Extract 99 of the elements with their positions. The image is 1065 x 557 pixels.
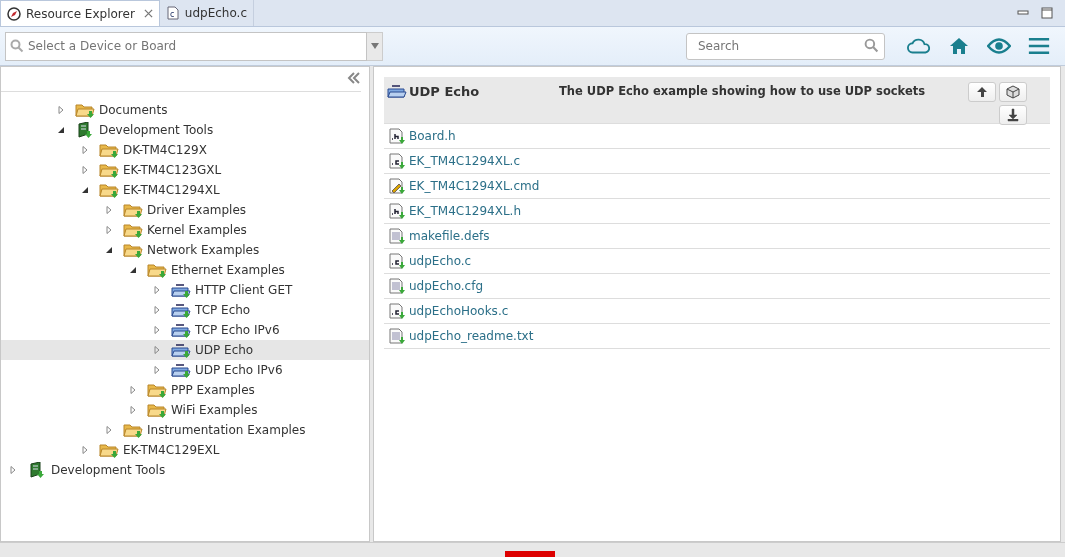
compass-icon: [7, 6, 21, 21]
header-file-icon: [389, 128, 405, 144]
download-icon: [1007, 108, 1019, 122]
tree-item[interactable]: Driver Examples: [1, 200, 369, 220]
header-file-icon: [389, 203, 405, 219]
c-file-icon: [389, 303, 405, 319]
folder-icon: [123, 202, 143, 218]
cube-icon: [1006, 85, 1020, 99]
expand-arrow-icon[interactable]: [153, 306, 161, 314]
expand-arrow-icon[interactable]: [81, 146, 89, 154]
text-file-icon: [389, 228, 405, 244]
tree-item[interactable]: EK-TM4C129EXL: [1, 440, 369, 460]
tree-item[interactable]: PPP Examples: [1, 380, 369, 400]
editor-tab[interactable]: c udpEcho.c: [159, 0, 254, 26]
download-button[interactable]: [999, 105, 1027, 125]
tree-item[interactable]: Development Tools: [1, 460, 369, 480]
tree-item[interactable]: DK-TM4C129X: [1, 140, 369, 160]
text-file-icon: [389, 328, 405, 344]
editor-tab[interactable]: Resource Explorer: [0, 0, 160, 26]
search-field[interactable]: Search: [686, 32, 885, 60]
cloud-icon[interactable]: [907, 37, 931, 55]
tree-item[interactable]: UDP Echo IPv6: [1, 360, 369, 380]
tree-item[interactable]: EK-TM4C123GXL: [1, 160, 369, 180]
folder-icon: [75, 102, 95, 118]
expand-arrow-icon[interactable]: [81, 166, 89, 174]
expand-arrow-icon[interactable]: [105, 226, 113, 234]
dropdown-arrow-icon[interactable]: [370, 43, 379, 49]
tree-item[interactable]: UDP Echo: [1, 340, 369, 360]
circuit-board-icon: [75, 122, 95, 138]
expand-arrow-icon[interactable]: [129, 386, 137, 394]
collapse-arrow-icon[interactable]: [57, 126, 65, 134]
c-file-icon: [389, 153, 405, 169]
collapse-arrow-icon[interactable]: [129, 266, 137, 274]
expand-arrow-icon[interactable]: [153, 286, 161, 294]
folder-icon: [147, 262, 167, 278]
expand-arrow-icon[interactable]: [9, 466, 17, 474]
collapse-arrow-icon[interactable]: [105, 246, 113, 254]
folder-icon: [123, 222, 143, 238]
collapse-panel-icon[interactable]: [347, 72, 361, 84]
tree-item[interactable]: Network Examples: [1, 240, 369, 260]
project-folder-icon: [171, 362, 191, 378]
project-folder-icon: [171, 342, 191, 358]
file-link[interactable]: udpEcho.cfg: [384, 274, 1050, 299]
folder-icon: [99, 182, 119, 198]
tree-item[interactable]: Kernel Examples: [1, 220, 369, 240]
file-link[interactable]: Board.h: [384, 124, 1050, 149]
file-link[interactable]: udpEcho_readme.txt: [384, 324, 1050, 349]
detail-description: The UDP Echo example showing how to use UDP sockets: [559, 84, 927, 98]
expand-arrow-icon[interactable]: [129, 406, 137, 414]
dropdown-button[interactable]: [367, 31, 383, 61]
file-link[interactable]: EK_TM4C1294XL.c: [384, 149, 1050, 174]
collapse-arrow-icon[interactable]: [81, 186, 89, 194]
tree-item[interactable]: Documents: [1, 100, 369, 120]
file-link[interactable]: udpEchoHooks.c: [384, 299, 1050, 324]
file-link[interactable]: udpEcho.c: [384, 249, 1050, 274]
up-arrow-icon: [977, 87, 987, 97]
expand-arrow-icon[interactable]: [81, 446, 89, 454]
tree-item[interactable]: TCP Echo: [1, 300, 369, 320]
expand-arrow-icon[interactable]: [57, 106, 65, 114]
project-folder-icon: [171, 302, 191, 318]
import-button[interactable]: [999, 82, 1027, 102]
folder-icon: [147, 402, 167, 418]
file-link[interactable]: EK_TM4C1294XL.h: [384, 199, 1050, 224]
tree-item[interactable]: TCP Echo IPv6: [1, 320, 369, 340]
expand-arrow-icon[interactable]: [105, 206, 113, 214]
file-link[interactable]: makefile.defs: [384, 224, 1050, 249]
tree-item[interactable]: HTTP Client GET: [1, 280, 369, 300]
close-icon[interactable]: [143, 9, 153, 18]
folder-icon: [99, 162, 119, 178]
maximize-icon[interactable]: [1041, 7, 1053, 19]
eye-icon[interactable]: [987, 37, 1011, 55]
menu-icon[interactable]: [1027, 37, 1051, 55]
expand-arrow-icon[interactable]: [153, 366, 161, 374]
folder-icon: [99, 142, 119, 158]
project-folder-icon: [171, 282, 191, 298]
tree-item[interactable]: Ethernet Examples: [1, 260, 369, 280]
file-link[interactable]: EK_TM4C1294XL.cmd: [384, 174, 1050, 199]
script-file-icon: [389, 178, 405, 194]
c-file-icon: [389, 253, 405, 269]
c-file-icon: c: [165, 6, 180, 20]
device-select-field[interactable]: Select a Device or Board: [5, 31, 367, 61]
tree-item[interactable]: Development Tools: [1, 120, 369, 140]
tree-item[interactable]: EK-TM4C1294XL: [1, 180, 369, 200]
tree-item[interactable]: Instrumentation Examples: [1, 420, 369, 440]
expand-arrow-icon[interactable]: [153, 346, 161, 354]
folder-icon: [147, 382, 167, 398]
folder-icon: [99, 442, 119, 458]
project-folder-icon: [171, 322, 191, 338]
text-file-icon: [389, 278, 405, 294]
detail-title: UDP Echo: [409, 84, 481, 99]
expand-arrow-icon[interactable]: [153, 326, 161, 334]
circuit-board-icon: [27, 462, 47, 478]
search-icon: [864, 37, 879, 53]
folder-icon: [123, 242, 143, 258]
expand-arrow-icon[interactable]: [105, 426, 113, 434]
up-button[interactable]: [968, 82, 996, 102]
tree-item[interactable]: WiFi Examples: [1, 400, 369, 420]
folder-icon: [123, 422, 143, 438]
project-folder-icon: [387, 83, 407, 99]
